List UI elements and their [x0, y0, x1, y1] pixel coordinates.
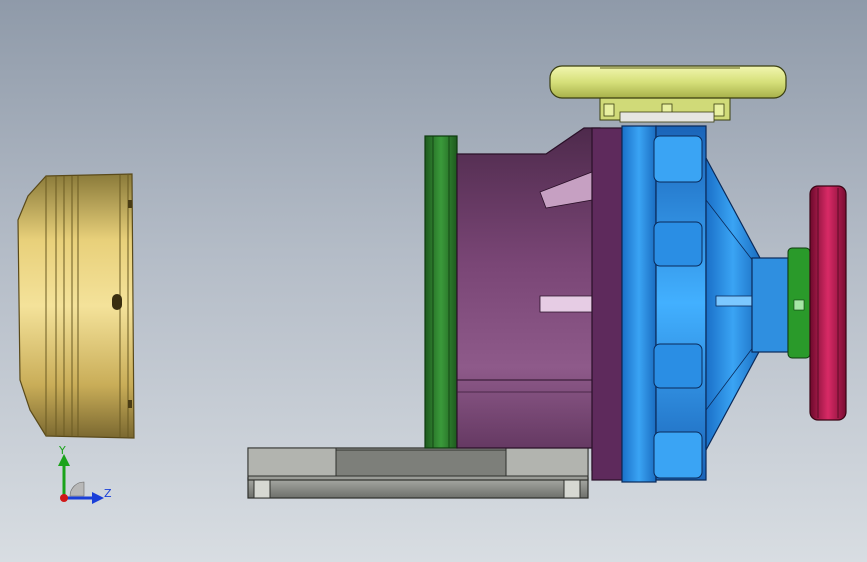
x-axis-point	[60, 494, 68, 502]
view-triad[interactable]: Y Z	[58, 444, 112, 504]
coupling[interactable]	[809, 185, 847, 421]
discharge-flange[interactable]	[549, 65, 787, 123]
z-axis-label: Z	[104, 487, 112, 500]
pump-casing[interactable]	[621, 125, 789, 483]
bearing-cover[interactable]	[17, 173, 135, 439]
z-axis-arrowhead	[92, 492, 104, 504]
model-scene[interactable]: Y Z	[0, 0, 867, 562]
bearing-bracket[interactable]	[456, 127, 623, 481]
cad-viewport[interactable]: Y Z	[0, 0, 867, 562]
drain-slot	[112, 294, 122, 310]
base-plate[interactable]	[247, 447, 589, 499]
bracket-rib-middle	[539, 295, 593, 313]
shaft-ring[interactable]	[787, 247, 811, 359]
y-axis-label: Y	[58, 444, 66, 457]
motor-flange[interactable]	[424, 135, 458, 449]
